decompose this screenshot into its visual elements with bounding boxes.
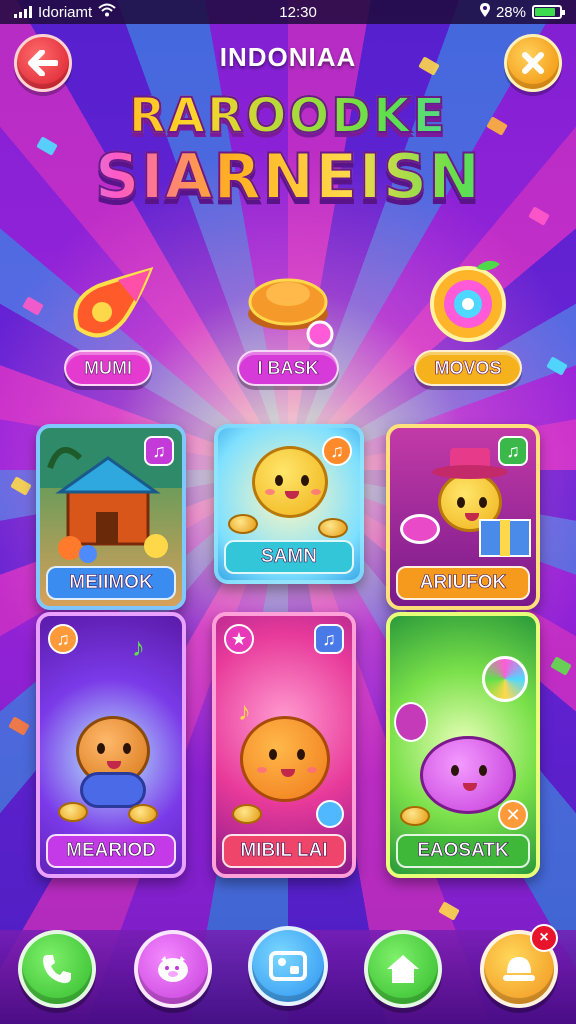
mode-item-movos[interactable]: MOVOS [408, 250, 528, 400]
notification-badge: × [530, 924, 558, 952]
mode-label-mumi: MUMI [64, 350, 152, 386]
music-tag-icon: ♫ [48, 624, 78, 654]
mode-item-i-bask[interactable]: I BASK [228, 250, 348, 400]
wifi-icon [98, 3, 116, 21]
music-note-icon: ♪ [238, 696, 251, 726]
coin-icon [128, 804, 158, 824]
coin-icon [58, 802, 88, 822]
coin-icon [400, 806, 430, 826]
lollipop-icon [482, 656, 528, 702]
game-title-line2: SIARNEISN [0, 139, 576, 214]
cat-character [240, 716, 330, 802]
seed-icon [394, 702, 428, 742]
music-tag-icon: ♫ [322, 436, 352, 466]
pig-icon [158, 956, 188, 982]
music-tag-icon: ♫ [144, 436, 174, 466]
star-tag-icon: ★ [224, 624, 254, 654]
music-tag-icon: ♫ [498, 436, 528, 466]
song-card[interactable]: ♪ ★ ♫ MIBIL LAI [212, 612, 356, 878]
mode-label-movos: MOVOS [414, 350, 522, 386]
piggy-bank-button[interactable] [134, 930, 212, 1008]
battery-icon [531, 5, 565, 19]
card-label: MEIIMOK [46, 566, 176, 600]
photos-button[interactable] [248, 926, 328, 1006]
card-label: ARIUFOK [396, 566, 530, 600]
phone-icon [43, 955, 71, 984]
region-title: INDONIAA [219, 42, 357, 72]
coin-icon [318, 518, 348, 538]
clock: 12:30 [279, 3, 317, 21]
hamster-character [252, 446, 328, 518]
game-title-line1: RAROODKE [0, 87, 576, 145]
card-label: SAMN [224, 540, 354, 574]
home-icon [387, 955, 419, 983]
gift-box-icon [479, 519, 531, 557]
music-tag-icon: ♫ [314, 624, 344, 654]
card-label: EAOSATK [396, 834, 530, 868]
card-label: MIBIL LAI [222, 834, 346, 868]
mode-label-i-bask: I BASK [237, 350, 339, 386]
song-card[interactable]: ♫ ARIUFOK [386, 424, 540, 610]
battery-percent: 28% [495, 3, 526, 21]
guitar-pick-icon [58, 250, 158, 350]
music-note-icon: ♪ [132, 632, 145, 662]
mode-item-mumi[interactable]: MUMI [48, 250, 168, 400]
coin-icon [232, 804, 262, 824]
status-bar: Idoriamt 12:30 28% [0, 0, 576, 24]
photos-icon [269, 951, 307, 981]
cat-character [420, 736, 516, 814]
signal-icon [14, 6, 32, 18]
coin-icon [228, 514, 258, 534]
robe [80, 772, 146, 808]
card-label: MEARIOD [46, 834, 176, 868]
bubble-icon [316, 800, 344, 828]
song-card[interactable]: ✕ EAOSATK [386, 612, 540, 878]
location-icon [479, 3, 490, 21]
song-card[interactable]: ♫ SAMN [214, 424, 364, 584]
battery-fill [534, 8, 556, 16]
donut-icon [400, 514, 440, 544]
phone-button[interactable] [18, 930, 96, 1008]
song-card[interactable]: ♫ MEIIMOK [36, 424, 186, 610]
song-card[interactable]: ♪ ♫ MEARIOD [36, 612, 186, 878]
candy-swirl-icon [418, 250, 518, 350]
close-tag-icon: ✕ [498, 800, 528, 830]
drum-icon [238, 250, 338, 350]
trophy-icon [503, 957, 535, 981]
home-button[interactable] [364, 930, 442, 1008]
carrier-name: Idoriamt [38, 3, 93, 21]
